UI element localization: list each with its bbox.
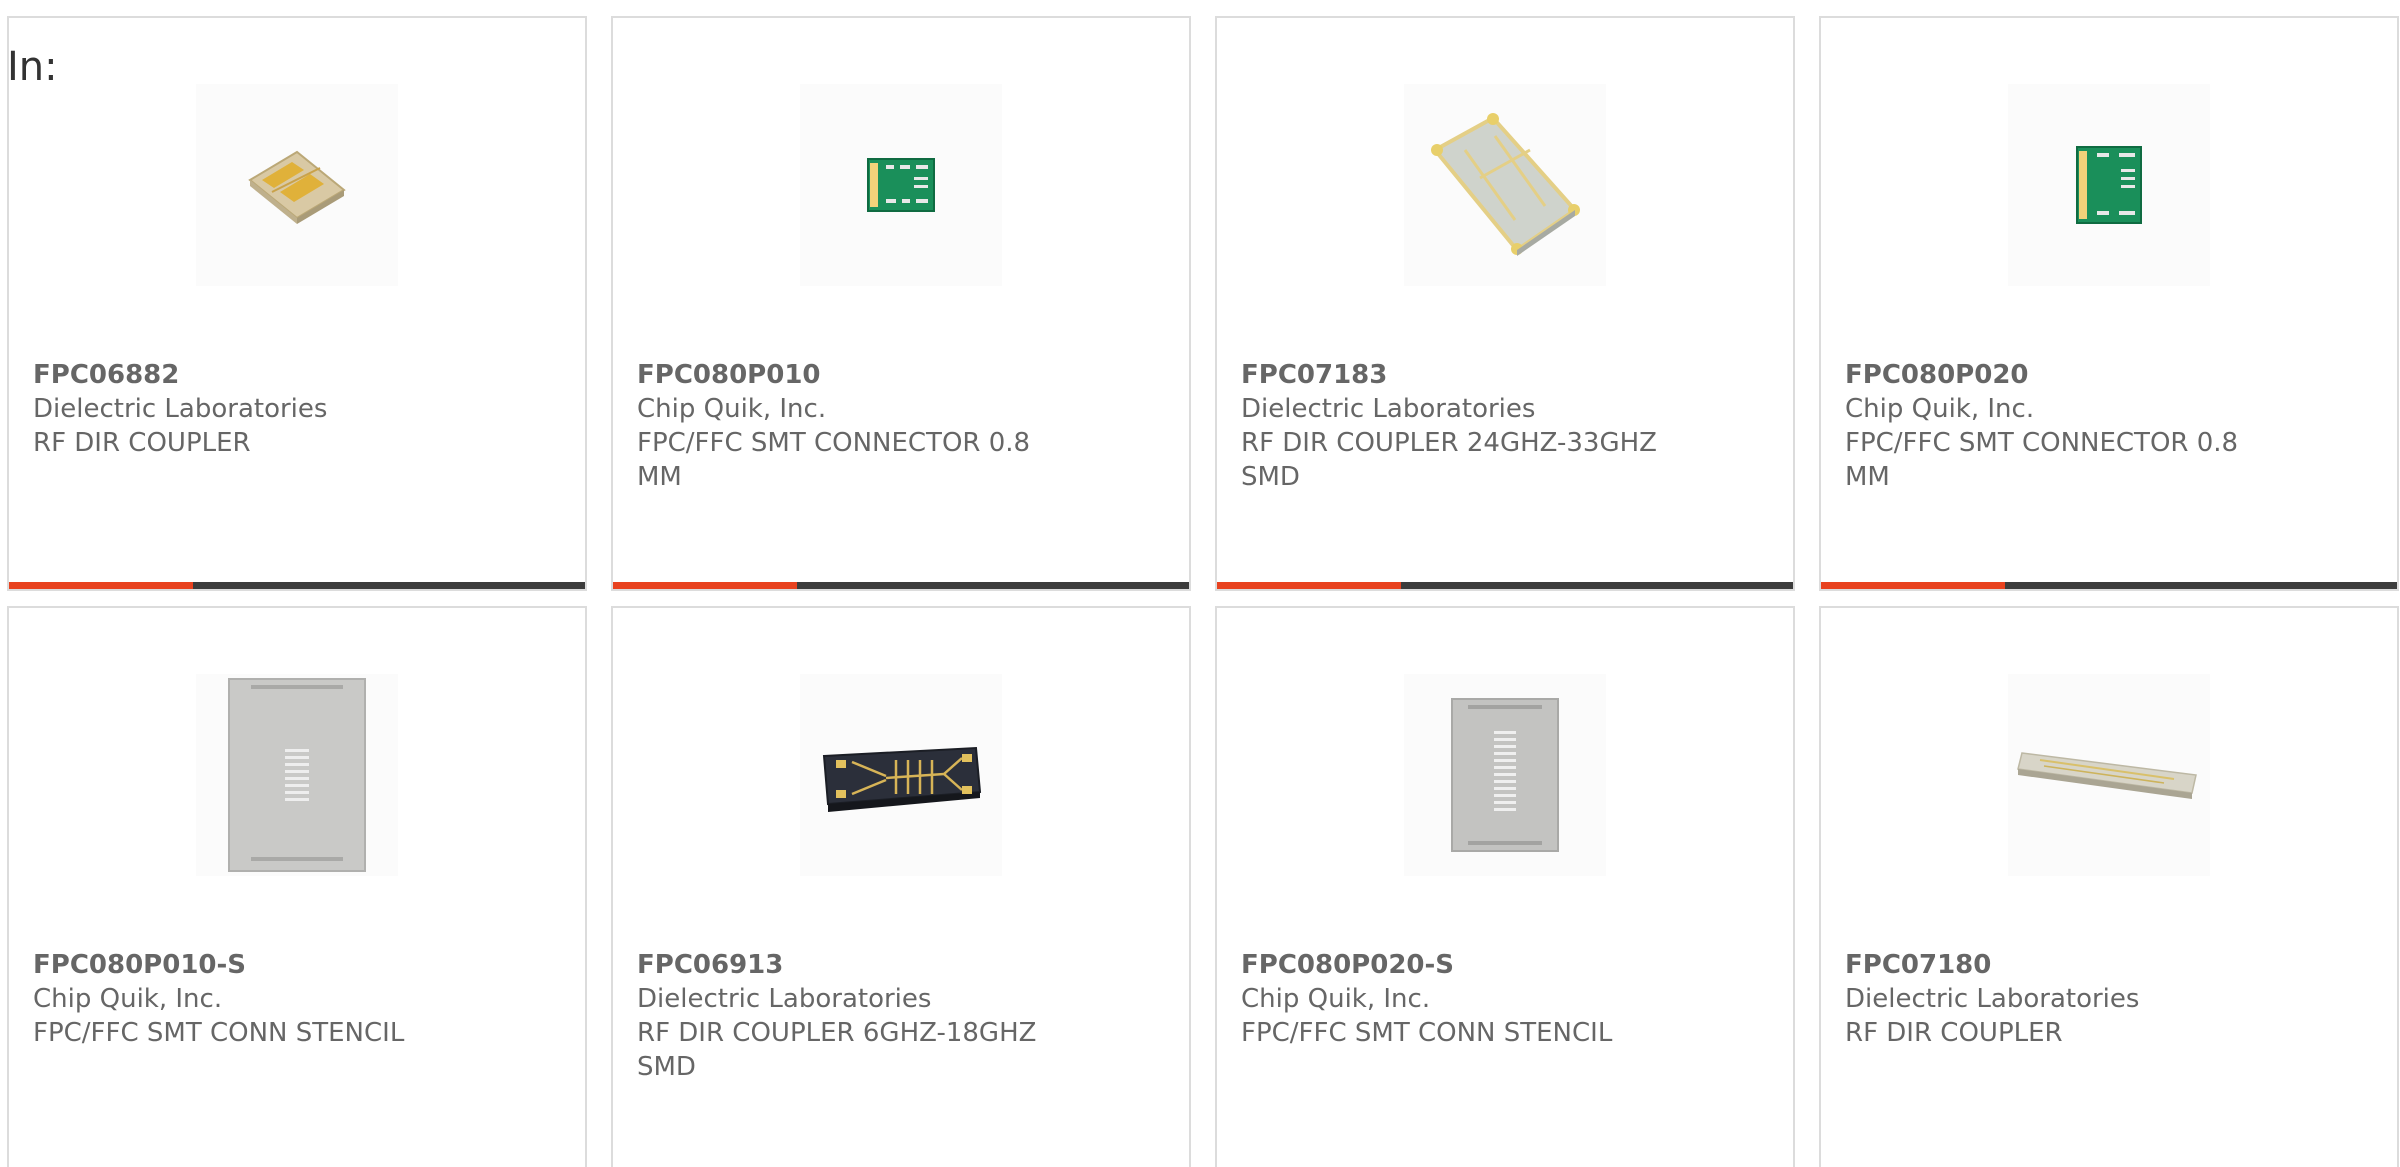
product-info: FPC080P020-S Chip Quik, Inc. FPC/FFC SMT… bbox=[1241, 948, 1661, 1050]
product-thumbnail[interactable] bbox=[1404, 84, 1606, 286]
product-info: FPC080P010-S Chip Quik, Inc. FPC/FFC SMT… bbox=[33, 948, 453, 1050]
product-card[interactable]: FPC06882 Dielectric Laboratories RF DIR … bbox=[7, 16, 587, 591]
product-description: RF DIR COUPLER 24GHZ-33GHZ SMD bbox=[1241, 428, 1657, 492]
product-description: RF DIR COUPLER bbox=[1845, 1018, 2063, 1048]
manufacturer-name: Dielectric Laboratories bbox=[1845, 984, 2140, 1014]
progress-bar bbox=[613, 582, 1189, 589]
product-description: RF DIR COUPLER bbox=[33, 428, 251, 458]
part-number-link[interactable]: FPC080P020 bbox=[1845, 358, 2265, 392]
product-thumbnail[interactable] bbox=[196, 674, 398, 876]
in-label: In: bbox=[7, 44, 58, 90]
manufacturer-name: Chip Quik, Inc. bbox=[33, 984, 223, 1014]
product-thumbnail[interactable] bbox=[1404, 674, 1606, 876]
product-description: FPC/FFC SMT CONNECTOR 0.8 MM bbox=[1845, 428, 2239, 492]
part-number-link[interactable]: FPC080P010 bbox=[637, 358, 1057, 392]
product-card[interactable]: FPC07180 Dielectric Laboratories RF DIR … bbox=[1819, 606, 2399, 1167]
progress-fill bbox=[613, 582, 798, 589]
dark-coupler-image bbox=[822, 746, 982, 812]
stencil-image bbox=[1451, 698, 1559, 852]
product-info: FPC07183 Dielectric Laboratories RF DIR … bbox=[1241, 358, 1661, 494]
progress-fill bbox=[1217, 582, 1402, 589]
progress-bar bbox=[1217, 582, 1793, 589]
stencil-image bbox=[228, 678, 366, 872]
progress-bar bbox=[1821, 582, 2397, 589]
product-thumbnail[interactable] bbox=[800, 674, 1002, 876]
gold-chip-coupler-image bbox=[248, 150, 346, 224]
product-thumbnail[interactable] bbox=[196, 84, 398, 286]
product-grid-page: In: FPC06882 Dielectric Laboratories RF … bbox=[0, 0, 2400, 1167]
product-card[interactable]: FPC080P010 Chip Quik, Inc. FPC/FFC SMT C… bbox=[611, 16, 1191, 591]
progress-fill bbox=[1821, 582, 2006, 589]
manufacturer-name: Chip Quik, Inc. bbox=[1241, 984, 1431, 1014]
product-card[interactable]: FPC080P010-S Chip Quik, Inc. FPC/FFC SMT… bbox=[7, 606, 587, 1167]
product-description: FPC/FFC SMT CONN STENCIL bbox=[33, 1018, 405, 1048]
ceramic-coupler-image bbox=[1431, 113, 1580, 256]
part-number-link[interactable]: FPC080P020-S bbox=[1241, 948, 1661, 982]
product-info: FPC080P020 Chip Quik, Inc. FPC/FFC SMT C… bbox=[1845, 358, 2265, 494]
manufacturer-name: Chip Quik, Inc. bbox=[1845, 394, 2035, 424]
green-adapter-board-image bbox=[867, 158, 935, 212]
product-description: FPC/FFC SMT CONNECTOR 0.8 MM bbox=[637, 428, 1031, 492]
part-number-link[interactable]: FPC080P010-S bbox=[33, 948, 453, 982]
part-number-link[interactable]: FPC07183 bbox=[1241, 358, 1661, 392]
product-card[interactable]: FPC080P020-S Chip Quik, Inc. FPC/FFC SMT… bbox=[1215, 606, 1795, 1167]
product-card[interactable]: FPC06913 Dielectric Laboratories RF DIR … bbox=[611, 606, 1191, 1167]
part-number-link[interactable]: FPC06913 bbox=[637, 948, 1057, 982]
product-info: FPC07180 Dielectric Laboratories RF DIR … bbox=[1845, 948, 2265, 1050]
product-card[interactable]: FPC080P020 Chip Quik, Inc. FPC/FFC SMT C… bbox=[1819, 16, 2399, 591]
product-description: RF DIR COUPLER 6GHZ-18GHZ SMD bbox=[637, 1018, 1037, 1082]
product-thumbnail[interactable] bbox=[2008, 84, 2210, 286]
long-ceramic-strip-image bbox=[2017, 752, 2197, 799]
product-info: FPC06913 Dielectric Laboratories RF DIR … bbox=[637, 948, 1057, 1084]
product-thumbnail[interactable] bbox=[2008, 674, 2210, 876]
manufacturer-name: Dielectric Laboratories bbox=[637, 984, 932, 1014]
manufacturer-name: Dielectric Laboratories bbox=[33, 394, 328, 424]
manufacturer-name: Dielectric Laboratories bbox=[1241, 394, 1536, 424]
part-number-link[interactable]: FPC07180 bbox=[1845, 948, 2265, 982]
product-card[interactable]: FPC07183 Dielectric Laboratories RF DIR … bbox=[1215, 16, 1795, 591]
product-thumbnail[interactable] bbox=[800, 84, 1002, 286]
product-info: FPC06882 Dielectric Laboratories RF DIR … bbox=[33, 358, 453, 460]
progress-fill bbox=[9, 582, 194, 589]
manufacturer-name: Chip Quik, Inc. bbox=[637, 394, 827, 424]
product-description: FPC/FFC SMT CONN STENCIL bbox=[1241, 1018, 1613, 1048]
part-number-link[interactable]: FPC06882 bbox=[33, 358, 453, 392]
green-adapter-board-image bbox=[2076, 146, 2142, 224]
product-info: FPC080P010 Chip Quik, Inc. FPC/FFC SMT C… bbox=[637, 358, 1057, 494]
progress-bar bbox=[9, 582, 585, 589]
